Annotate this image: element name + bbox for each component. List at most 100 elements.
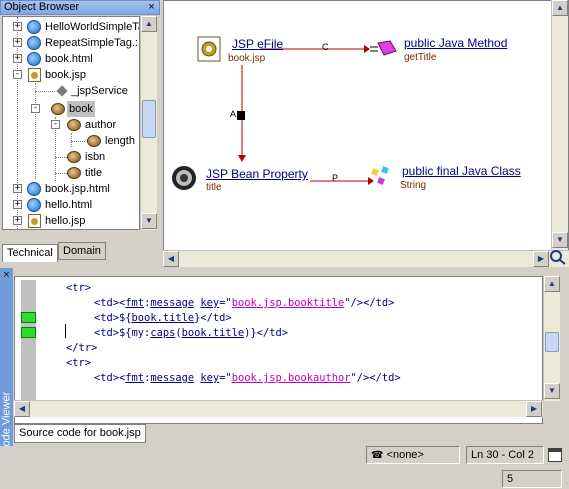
- scroll-up-icon[interactable]: ▲: [544, 276, 560, 292]
- bean-icon: [51, 103, 65, 115]
- tree-item-repeatsimpletag[interactable]: + RepeatSimpleTag.:: [3, 35, 139, 51]
- arrowhead-icon: [368, 177, 374, 185]
- tab-source-code[interactable]: Source code for book.jsp: [14, 424, 146, 443]
- node-jsp-efile[interactable]: JSP eFile: [232, 37, 283, 51]
- window-icon[interactable]: [548, 448, 562, 462]
- tree-item-length[interactable]: length: [3, 133, 139, 149]
- tree-item-hello-jsp[interactable]: + hello.jsp: [3, 213, 139, 229]
- tree-item-book-html[interactable]: + book.html: [3, 51, 139, 67]
- method-icon: [370, 40, 397, 56]
- bean-icon: [67, 151, 81, 163]
- tree-connector: [71, 141, 85, 142]
- code-line: </tr>: [66, 342, 98, 354]
- tree-connector: [55, 157, 67, 158]
- code-line: <td><fmt:message key="book.jsp.bookautho…: [94, 372, 401, 384]
- tree-connector: [55, 173, 67, 174]
- tree-item-author[interactable]: - author: [3, 117, 139, 133]
- tree-connector: [35, 91, 55, 92]
- tree-item-label: hello.jsp: [45, 215, 86, 227]
- node-jsp-efile-sub: book.jsp: [228, 53, 266, 64]
- tab-technical[interactable]: Technical: [2, 244, 58, 262]
- diagram-horizontal-scrollbar[interactable]: ◀ ▶: [163, 250, 569, 267]
- tree-item-label: _jspService: [71, 85, 128, 97]
- tree-item-label: title: [85, 167, 103, 179]
- keyboard-icon: ☎: [371, 450, 384, 461]
- tree-item-jspservice[interactable]: _jspService: [3, 83, 139, 99]
- tree-item-label: hello.html: [45, 199, 93, 211]
- collapse-icon[interactable]: -: [31, 104, 40, 113]
- tree-item-book-jsp-html[interactable]: + book.jsp.html: [3, 181, 139, 197]
- edge-a-marker: [237, 111, 245, 120]
- scroll-thumb[interactable]: [545, 332, 559, 352]
- scroll-right-icon[interactable]: ▶: [526, 401, 542, 417]
- expand-icon[interactable]: +: [13, 38, 22, 47]
- tree-item-book-jsp[interactable]: - book.jsp: [3, 67, 139, 83]
- arrowhead-icon: [238, 155, 246, 162]
- ie-icon: [27, 20, 41, 34]
- text-cursor: [65, 324, 66, 338]
- scroll-left-icon[interactable]: ◀: [14, 401, 30, 417]
- scroll-down-icon[interactable]: ▼: [544, 383, 560, 399]
- expand-icon[interactable]: +: [13, 216, 22, 225]
- node-bean-property[interactable]: JSP Bean Property: [206, 167, 308, 181]
- code-line: <tr>: [66, 357, 92, 369]
- diamond-icon: [56, 85, 68, 97]
- scroll-right-icon[interactable]: ▶: [533, 251, 549, 267]
- tree-item-label: book.jsp.html: [45, 183, 110, 195]
- tree-item-label: book.html: [45, 53, 93, 65]
- tree-item-helloworldsimpletag[interactable]: + HelloWorldSimpleTa: [3, 19, 139, 35]
- diagram-canvas: [172, 36, 397, 190]
- tree-item-label: book.jsp: [45, 69, 86, 81]
- status-page: 5: [502, 470, 562, 488]
- jsp-file-icon: [28, 214, 41, 228]
- close-icon[interactable]: ×: [1, 270, 12, 281]
- collapse-icon[interactable]: -: [51, 120, 60, 129]
- close-icon[interactable]: ×: [145, 2, 158, 14]
- bean-icon: [67, 119, 81, 131]
- scroll-left-icon[interactable]: ◀: [163, 251, 179, 267]
- scroll-down-icon[interactable]: ▼: [141, 213, 157, 229]
- bean-icon: [67, 167, 81, 179]
- tree-item-label: book: [67, 101, 95, 117]
- code-gutter: [21, 280, 36, 411]
- edge-label-a: A: [230, 109, 237, 119]
- scroll-down-icon[interactable]: ▼: [552, 232, 568, 248]
- scroll-up-icon[interactable]: ▲: [552, 0, 568, 16]
- jsp-file-icon: [197, 36, 221, 62]
- collapse-icon[interactable]: -: [13, 70, 22, 79]
- node-java-method[interactable]: public Java Method: [404, 36, 507, 50]
- magnifier-icon[interactable]: [549, 249, 567, 265]
- tree-item-isbn[interactable]: isbn: [3, 149, 139, 165]
- dependency-diagram[interactable]: JSP eFile book.jsp public Java Method ge…: [163, 0, 569, 266]
- tree-item-label: RepeatSimpleTag.:: [45, 37, 138, 49]
- jsp-file-icon: [28, 68, 41, 82]
- expand-icon[interactable]: +: [13, 22, 22, 31]
- tree-vertical-scrollbar[interactable]: ▲ ▼: [140, 16, 157, 230]
- ie-icon: [27, 198, 41, 212]
- node-bean-property-sub: title: [206, 182, 222, 193]
- bean-icon: [87, 135, 101, 147]
- tree-item-book[interactable]: - book: [3, 101, 139, 117]
- tab-domain[interactable]: Domain: [58, 242, 106, 260]
- node-java-class-sub: String: [400, 180, 427, 191]
- tree-item-hello-html[interactable]: + hello.html: [3, 197, 139, 213]
- status-encoding-value: <none>: [386, 449, 424, 461]
- code-vertical-scrollbar[interactable]: ▲ ▼: [543, 276, 560, 401]
- code-viewer-label: Code Viewer: [0, 391, 13, 455]
- object-browser-title: Object Browser ×: [0, 0, 160, 15]
- scroll-thumb[interactable]: [142, 100, 156, 138]
- scroll-up-icon[interactable]: ▲: [141, 16, 157, 32]
- edge-label-c: C: [322, 42, 329, 52]
- code-line: <td>${book.title}</td>: [94, 312, 232, 324]
- tree-item-label: author: [85, 119, 117, 131]
- object-tree[interactable]: + HelloWorldSimpleTa + RepeatSimpleTag.:…: [2, 16, 140, 230]
- code-line: <td><fmt:message key="book.jsp.booktitle…: [94, 297, 395, 309]
- node-java-class[interactable]: public final Java Class: [402, 164, 521, 178]
- code-horizontal-scrollbar[interactable]: ◀ ▶: [14, 400, 543, 417]
- tree-item-title[interactable]: title: [3, 165, 139, 181]
- diagram-vertical-scrollbar[interactable]: ▲ ▼: [551, 0, 568, 251]
- status-encoding: ☎ <none>: [366, 446, 460, 464]
- expand-icon[interactable]: +: [13, 184, 22, 193]
- expand-icon[interactable]: +: [13, 54, 22, 63]
- expand-icon[interactable]: +: [13, 200, 22, 209]
